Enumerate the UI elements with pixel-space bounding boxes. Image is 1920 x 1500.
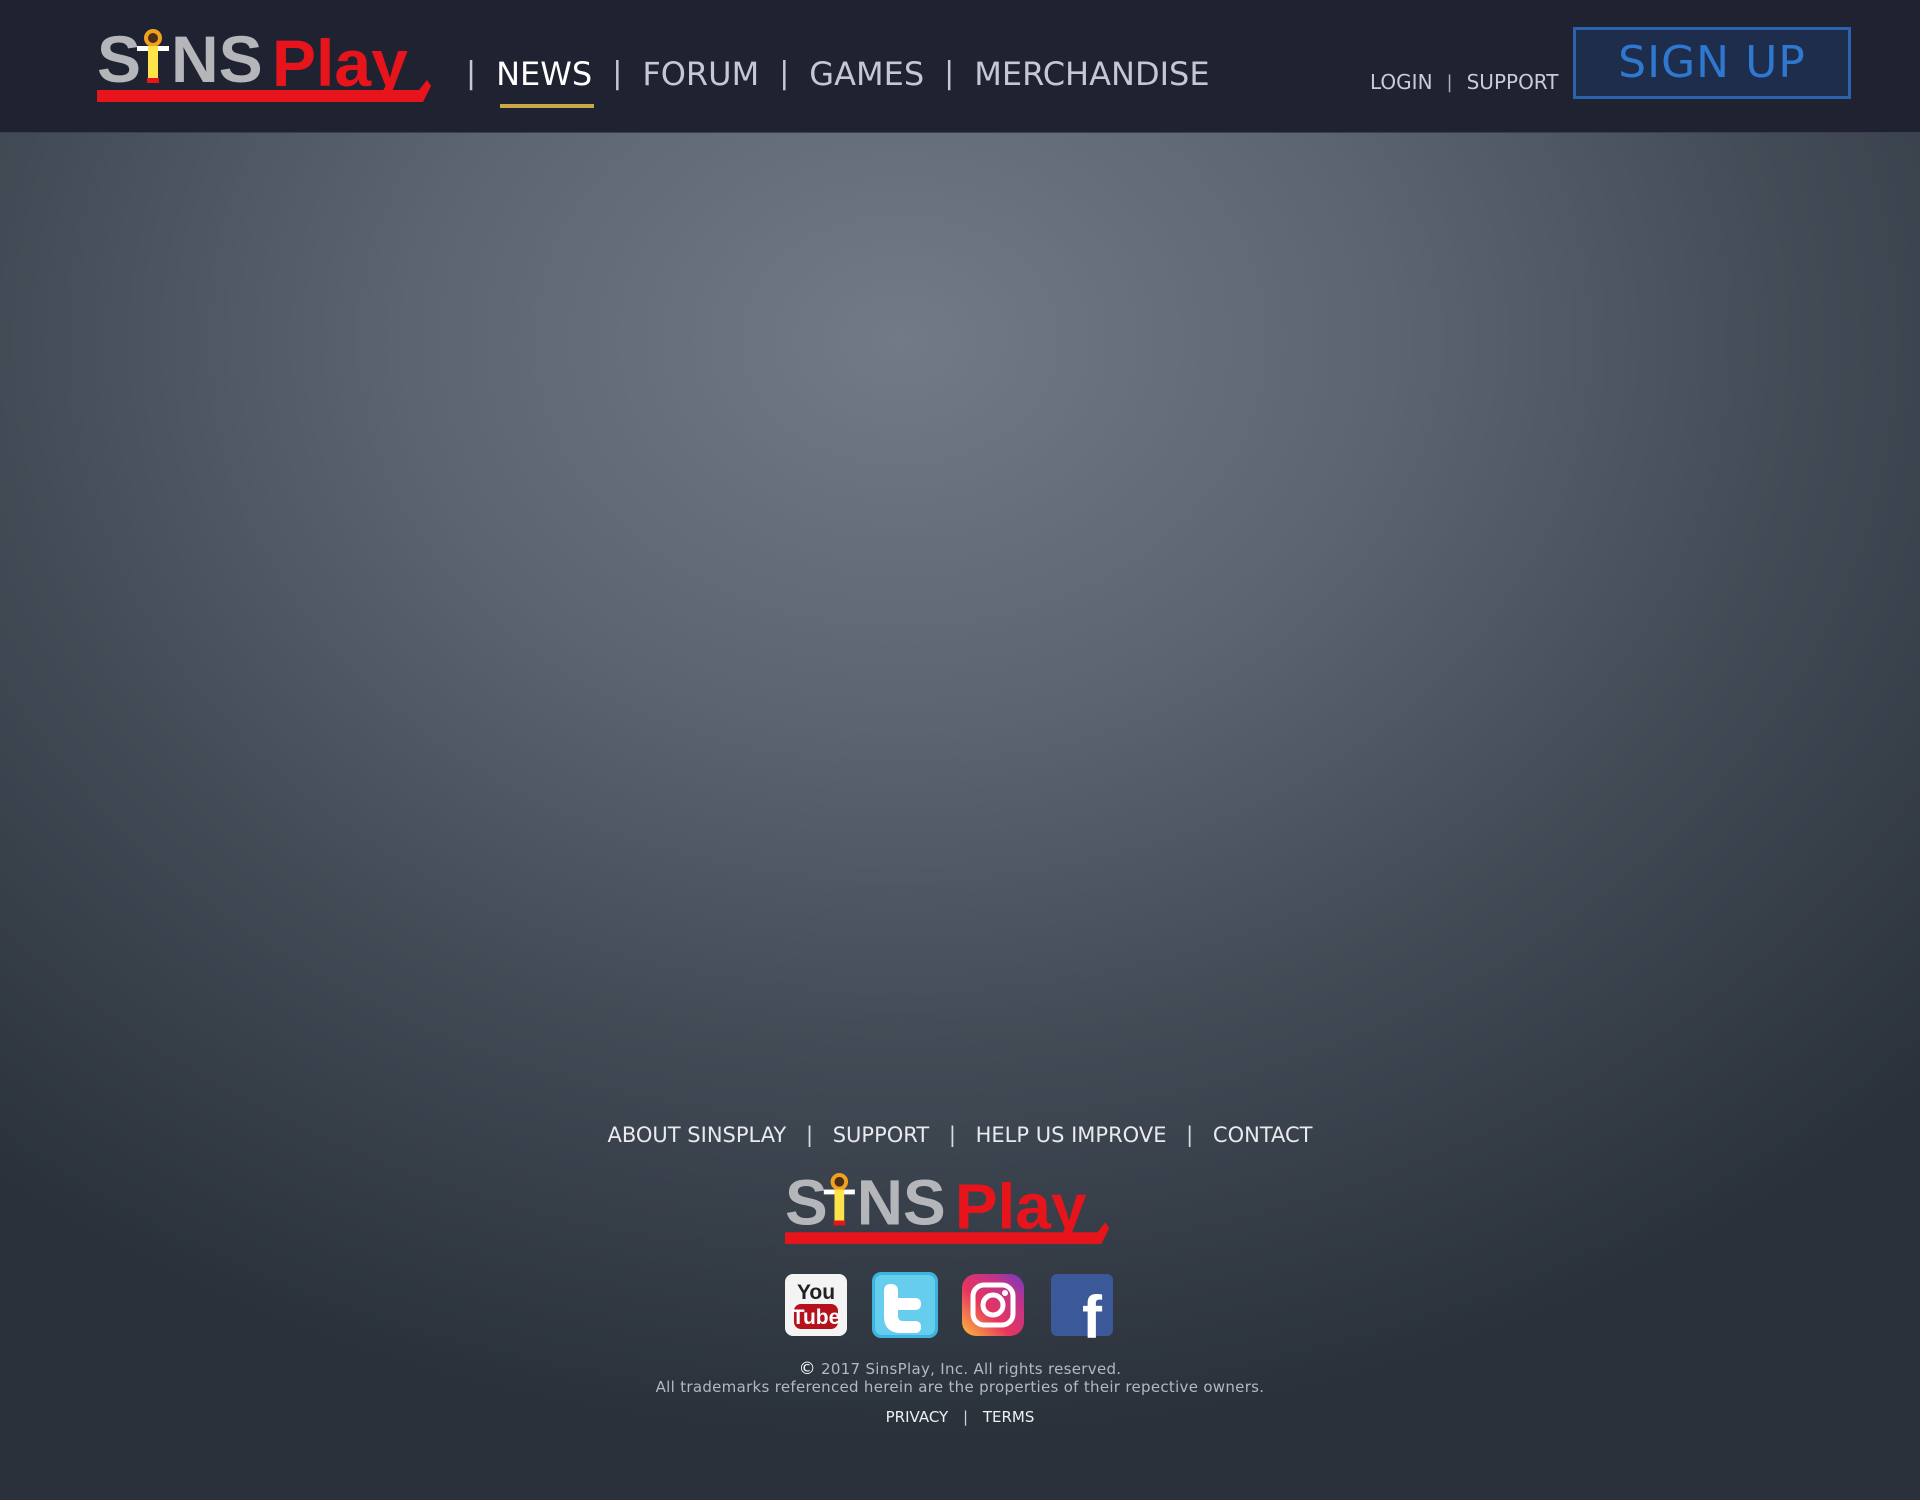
sinsplay-logo-icon: S NS Play xyxy=(97,24,431,102)
utility-separator: | xyxy=(1446,71,1453,93)
copyright-line-2: All trademarks referenced herein are the… xyxy=(655,1378,1265,1396)
nav-separator: | xyxy=(944,56,955,91)
sinsplay-logo[interactable]: S NS Play xyxy=(97,24,435,104)
logo-letters-play: Play xyxy=(272,26,408,100)
privacy-link[interactable]: PRIVACY xyxy=(886,1408,949,1426)
footer-nav: ABOUT SINSPLAY | SUPPORT | HELP US IMPRO… xyxy=(0,1123,1920,1147)
logo-figure-icon xyxy=(823,1173,855,1226)
support-link[interactable]: SUPPORT xyxy=(1467,70,1559,94)
logo-letters-ns: NS xyxy=(171,24,263,96)
utility-nav: LOGIN | SUPPORT xyxy=(1370,70,1558,94)
footer-link-support[interactable]: SUPPORT xyxy=(833,1123,929,1147)
nav-separator: | xyxy=(466,56,477,91)
instagram-icon[interactable] xyxy=(961,1272,1025,1338)
logo-letter-s: S xyxy=(97,24,141,96)
nav-separator: | xyxy=(779,56,790,91)
nav-separator: | xyxy=(612,56,623,91)
copyright-line-1: © 2017 SinsPlay, Inc. All rights reserve… xyxy=(0,1360,1920,1378)
login-link[interactable]: LOGIN xyxy=(1370,70,1433,94)
nav-news[interactable]: NEWS xyxy=(496,52,595,108)
youtube-icon[interactable]: You Tube xyxy=(784,1272,848,1338)
twitter-icon[interactable] xyxy=(871,1272,939,1338)
footer-sinsplay-logo[interactable]: S NS Play xyxy=(785,1168,1113,1246)
facebook-f-text: f xyxy=(1082,1284,1103,1338)
youtube-you-text: You xyxy=(797,1281,835,1304)
nav-games[interactable]: GAMES xyxy=(809,52,924,96)
sinsplay-logo-icon: S NS Play xyxy=(785,1168,1110,1244)
sign-up-button[interactable]: SIGN UP xyxy=(1573,27,1851,99)
copyright-text: 2017 SinsPlay, Inc. All rights reserved. xyxy=(821,1360,1122,1378)
footer-link-about[interactable]: ABOUT SINSPLAY xyxy=(607,1123,786,1147)
facebook-icon[interactable]: f xyxy=(1050,1272,1114,1338)
main-nav: | NEWS | FORUM | GAMES | MERCHANDISE xyxy=(466,52,1210,108)
footer-separator: | xyxy=(805,1123,814,1147)
legal-links: PRIVACY | TERMS xyxy=(0,1408,1920,1426)
footer-separator: | xyxy=(948,1123,956,1147)
nav-merchandise[interactable]: MERCHANDISE xyxy=(974,52,1209,96)
terms-link[interactable]: TERMS xyxy=(983,1408,1035,1426)
social-links: You Tube f xyxy=(784,1272,1114,1338)
nav-forum[interactable]: FORUM xyxy=(642,52,759,96)
logo-figure-icon xyxy=(137,29,169,83)
copyright-notice: © 2017 SinsPlay, Inc. All rights reserve… xyxy=(0,1360,1920,1396)
logo-letter-s: S xyxy=(785,1168,828,1238)
footer-link-contact[interactable]: CONTACT xyxy=(1213,1123,1313,1147)
youtube-tube-text: Tube xyxy=(792,1306,841,1329)
footer-separator: | xyxy=(1186,1123,1194,1147)
logo-letters-ns: NS xyxy=(857,1168,946,1238)
header-bar: S NS Play | NEWS | FORUM | GAMES | MERCH… xyxy=(0,0,1920,133)
copyright-symbol: © xyxy=(798,1359,816,1379)
legal-separator: | xyxy=(962,1408,969,1426)
footer-link-help-us-improve[interactable]: HELP US IMPROVE xyxy=(976,1123,1167,1147)
logo-letters-play: Play xyxy=(955,1170,1087,1242)
